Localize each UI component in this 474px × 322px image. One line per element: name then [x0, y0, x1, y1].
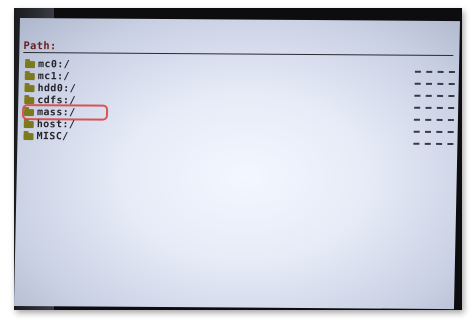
folder-icon	[24, 60, 36, 68]
entry-size	[413, 110, 455, 122]
entry-size	[414, 74, 455, 86]
entry-name: MISC/	[36, 130, 69, 142]
entry-size	[414, 86, 455, 98]
list-item-misc[interactable]: MISC/	[23, 130, 454, 146]
entry-size	[413, 134, 454, 146]
entry-name: mass:/	[36, 106, 76, 118]
path-label: Path:	[23, 40, 57, 53]
folder-icon	[24, 96, 35, 104]
file-browser-screen: Path: mc0:/ mc1:/ hdd0:/ cdfs:/ mass:/ h…	[13, 18, 461, 310]
entry-size	[414, 98, 455, 110]
file-list: mc0:/ mc1:/ hdd0:/ cdfs:/ mass:/ host:/	[21, 58, 456, 146]
folder-icon	[23, 108, 35, 116]
folder-icon	[23, 132, 34, 140]
entry-name: hdd0:/	[37, 82, 77, 94]
entry-name: host:/	[36, 118, 76, 130]
entry-name: cdfs:/	[37, 94, 76, 106]
entry-name: mc1:/	[37, 70, 71, 82]
folder-icon	[24, 72, 35, 80]
folder-icon	[23, 120, 34, 128]
entry-size	[413, 122, 454, 134]
folder-icon	[24, 84, 35, 92]
path-divider	[23, 52, 454, 57]
entry-size	[414, 62, 456, 74]
entry-name: mc0:/	[37, 58, 71, 70]
